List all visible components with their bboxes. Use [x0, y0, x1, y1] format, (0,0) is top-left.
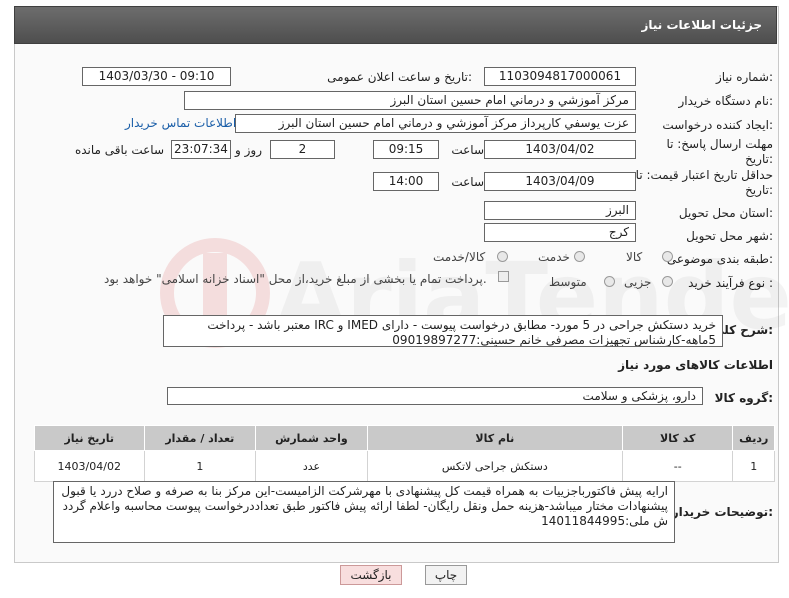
print-button[interactable]: چاپ	[425, 565, 467, 585]
col-row: ردیف	[732, 425, 775, 451]
buyer-notes-label: توضیحات خریدار:	[671, 505, 773, 519]
purchase-radio-medium[interactable]	[604, 276, 615, 287]
time-remaining-label: ساعت باقی مانده	[74, 143, 164, 157]
panel-header: جزئیات اطلاعات نیاز	[14, 6, 777, 44]
category-option-service: خدمت	[538, 250, 570, 264]
buyer-label: نام دستگاه خریدار:	[678, 94, 774, 108]
buyer-field[interactable]: مرکز آموزشي و درماني امام حسين استان الب…	[184, 91, 636, 110]
time-remaining-field[interactable]: 23:07:34	[171, 140, 231, 159]
buyer-contact-link[interactable]: اطلاعات تماس خریدار	[125, 116, 236, 130]
cell-row: 1	[732, 450, 775, 482]
province-label: استان محل تحویل:	[678, 206, 773, 220]
deadline-date-field[interactable]: 1403/04/02	[484, 140, 636, 159]
panel-title: جزئیات اطلاعات نیاز	[641, 18, 762, 32]
purchase-option-medium: متوسط	[549, 275, 587, 289]
goods-group-field[interactable]: دارو، پزشکی و سلامت	[167, 387, 703, 405]
treasury-payment-checkbox[interactable]	[498, 271, 509, 282]
purchase-type-label: نوع فرآیند خرید :	[688, 276, 773, 290]
cell-unit: عدد	[255, 450, 368, 482]
need-number-field[interactable]: 1103094817000061	[484, 67, 636, 86]
buyer-notes-text[interactable]: ارایه پیش فاکتورباجزییات به همراه قیمت ک…	[53, 481, 675, 543]
deadline-label-date: تاریخ:	[745, 152, 773, 166]
col-unit: واحد شمارش	[255, 425, 368, 451]
announce-field[interactable]: 1403/03/30 - 09:10	[82, 67, 231, 86]
validity-time-field[interactable]: 14:00	[373, 172, 439, 191]
treasury-payment-note: پرداخت تمام یا بخشی از مبلغ خرید،از محل …	[104, 272, 487, 286]
back-button[interactable]: بازگشت	[340, 565, 402, 585]
col-item-code: کد کالا	[621, 425, 734, 451]
days-remaining-field[interactable]: 2	[270, 140, 335, 159]
deadline-time-field[interactable]: 09:15	[373, 140, 439, 159]
cell-item-code: --	[621, 450, 734, 482]
validity-label-date: تاریخ:	[745, 183, 773, 197]
goods-group-label: گروه کالا:	[714, 391, 773, 405]
category-option-goods-service: کالا/خدمت	[433, 250, 486, 264]
goods-table: تاریخ نیاز تعداد / مقدار واحد شمارش نام …	[34, 425, 775, 482]
goods-section-title: اطلاعات کالاهای مورد نیاز	[618, 358, 773, 372]
announce-label: تاریخ و ساعت اعلان عمومی:	[327, 70, 472, 84]
deadline-time-label: ساعت	[451, 143, 484, 157]
table-row[interactable]: 1403/04/02 1 عدد دستکش جراحی لاتکس -- 1	[34, 450, 775, 482]
days-label: روز و	[235, 143, 262, 157]
goods-table-header: تاریخ نیاز تعداد / مقدار واحد شمارش نام …	[34, 425, 775, 451]
city-label: شهر محل تحویل:	[686, 229, 773, 243]
deadline-label: مهلت ارسال پاسخ: تا	[666, 137, 773, 151]
cell-quantity: 1	[143, 450, 257, 482]
category-label: طبقه بندی موضوعی:	[666, 252, 773, 266]
col-need-date: تاریخ نیاز	[34, 425, 145, 451]
summary-text[interactable]: خرید دستکش جراحی در 5 مورد- مطابق درخواس…	[163, 315, 723, 347]
category-radio-goods[interactable]	[662, 251, 673, 262]
need-number-label: شماره نیاز:	[715, 70, 773, 84]
city-field[interactable]: کرج	[484, 223, 636, 242]
creator-field[interactable]: عزت يوسفي کارپرداز مرکز آموزشي و درماني …	[235, 114, 636, 133]
validity-date-field[interactable]: 1403/04/09	[484, 172, 636, 191]
purchase-option-minor: جزیی	[624, 275, 652, 289]
col-quantity: تعداد / مقدار	[143, 425, 257, 451]
category-radio-service[interactable]	[574, 251, 585, 262]
col-item-name: نام کالا	[366, 425, 623, 451]
province-field[interactable]: البرز	[484, 201, 636, 220]
cell-item-name: دستکش جراحی لاتکس	[366, 450, 623, 482]
validity-time-label: ساعت	[451, 175, 484, 189]
creator-label: ایجاد کننده درخواست:	[662, 118, 773, 132]
cell-need-date: 1403/04/02	[34, 450, 145, 482]
category-radio-goods-service[interactable]	[497, 251, 508, 262]
category-option-goods: کالا	[626, 250, 643, 264]
validity-label: حداقل تاریخ اعتبار قیمت: تا	[635, 168, 773, 182]
purchase-radio-minor[interactable]	[662, 276, 673, 287]
